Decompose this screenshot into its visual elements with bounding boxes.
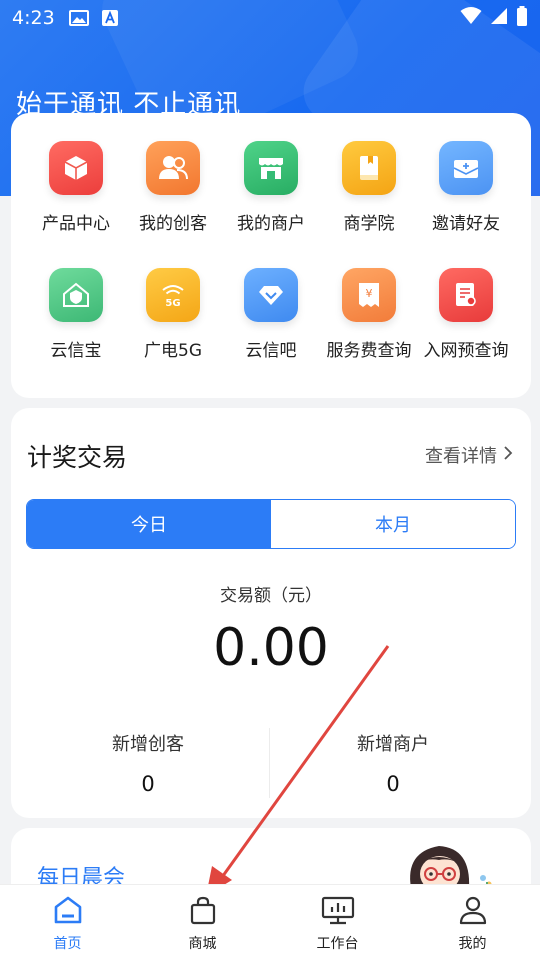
new-makers-label: 新增创客 <box>112 734 184 755</box>
menu-item-my-makers[interactable]: 我的创客 <box>121 141 225 234</box>
home-icon <box>52 895 84 929</box>
menu-item-business-school[interactable]: 商学院 <box>317 141 421 234</box>
house-shield-icon <box>49 268 103 322</box>
menu-label: 入网预查询 <box>423 341 509 361</box>
new-makers-stat: 新增创客 0 <box>23 730 273 796</box>
people-icon <box>146 141 200 195</box>
tab-home-label: 首页 <box>53 936 82 952</box>
tab-workbench-label: 工作台 <box>316 936 359 952</box>
new-merchants-label: 新增商户 <box>357 734 429 755</box>
chevron-right-icon <box>503 445 513 466</box>
new-merchants-stat: 新增商户 0 <box>268 730 518 796</box>
menu-label: 服务费查询 <box>326 341 412 361</box>
menu-label: 我的创客 <box>139 214 207 234</box>
menu-item-yunxinbao[interactable]: 云信宝 <box>24 268 128 361</box>
user-icon <box>458 895 488 929</box>
wifi-icon <box>460 6 482 30</box>
shopping-bag-icon <box>188 895 218 929</box>
tab-home[interactable]: 首页 <box>0 885 135 960</box>
menu-label: 云信宝 <box>50 341 102 361</box>
period-segmented-control: 今日 本月 <box>26 499 516 549</box>
quick-menu-card: 产品中心 我的创客 我的商户 商学院 邀请好友 云信宝 5G 广电5G 云信吧 … <box>11 113 531 398</box>
menu-label: 邀请好友 <box>432 214 500 234</box>
reward-card: 计奖交易 查看详情 今日 本月 交易额（元） 0.00 新增创客 0 新增商户 … <box>11 408 531 818</box>
reward-title: 计奖交易 <box>27 443 128 472</box>
svg-text:¥: ¥ <box>366 287 373 300</box>
status-bar: 4:23 <box>0 0 540 36</box>
book-icon <box>342 141 396 195</box>
view-details-link[interactable]: 查看详情 <box>425 442 513 468</box>
menu-item-service-fee-query[interactable]: ¥ 服务费查询 <box>317 268 421 361</box>
tab-month[interactable]: 本月 <box>271 500 515 548</box>
tab-today[interactable]: 今日 <box>27 500 271 548</box>
tab-mine-label: 我的 <box>458 936 487 952</box>
image-notification-icon <box>68 10 89 26</box>
menu-item-product-center[interactable]: 产品中心 <box>24 141 128 234</box>
text-notification-icon <box>101 9 119 27</box>
signal-icon <box>490 7 508 30</box>
menu-item-invite-friends[interactable]: 邀请好友 <box>414 141 518 234</box>
tab-mine[interactable]: 我的 <box>405 885 540 960</box>
new-merchants-value: 0 <box>386 772 400 796</box>
menu-item-network-prequery[interactable]: 入网预查询 <box>414 268 518 361</box>
tab-mall-label: 商城 <box>188 936 217 952</box>
mail-invite-icon <box>439 141 493 195</box>
monitor-chart-icon <box>321 895 355 929</box>
menu-label: 广电5G <box>144 341 202 361</box>
new-makers-value: 0 <box>141 772 155 796</box>
receipt-yen-icon: ¥ <box>342 268 396 322</box>
menu-item-my-merchants[interactable]: 我的商户 <box>219 141 323 234</box>
menu-item-yunxinba[interactable]: 云信吧 <box>219 268 323 361</box>
menu-item-broadcast-5g[interactable]: 5G 广电5G <box>121 268 225 361</box>
doc-search-icon <box>439 268 493 322</box>
store-icon <box>244 141 298 195</box>
status-time: 4:23 <box>12 7 55 29</box>
amount-value: 0.00 <box>213 618 329 678</box>
diamond-icon <box>244 268 298 322</box>
menu-label: 商学院 <box>343 214 395 234</box>
bottom-tab-bar: 首页 商城 工作台 我的 <box>0 884 540 960</box>
battery-icon <box>516 5 528 31</box>
wifi-5g-icon: 5G <box>146 268 200 322</box>
menu-label: 云信吧 <box>245 341 297 361</box>
tab-workbench[interactable]: 工作台 <box>270 885 405 960</box>
tab-mall[interactable]: 商城 <box>135 885 270 960</box>
view-details-label: 查看详情 <box>425 446 497 467</box>
cube-icon <box>49 141 103 195</box>
menu-label: 我的商户 <box>237 214 305 234</box>
amount-label: 交易额（元） <box>220 586 322 606</box>
svg-text:5G: 5G <box>165 298 180 309</box>
menu-label: 产品中心 <box>42 214 110 234</box>
